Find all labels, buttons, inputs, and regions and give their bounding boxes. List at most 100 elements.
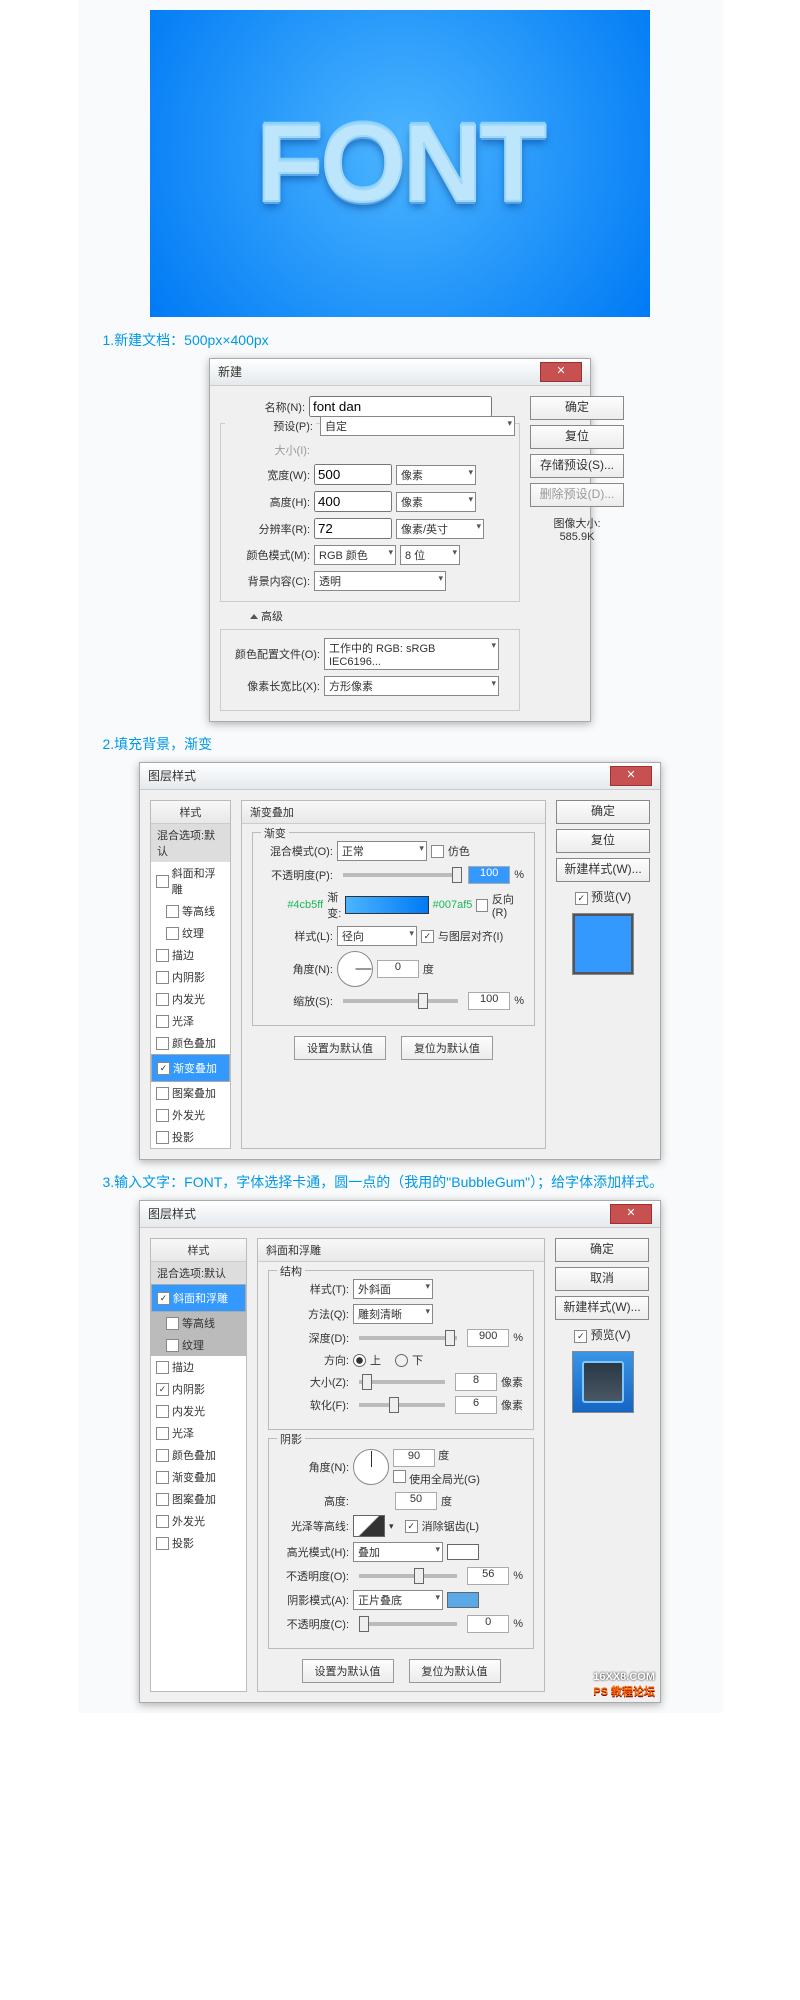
opacity-slider[interactable] xyxy=(343,873,458,877)
height-label: 高度(H): xyxy=(225,494,310,510)
close-icon[interactable]: ✕ xyxy=(610,1204,652,1224)
hl-opacity-input[interactable]: 56 xyxy=(467,1567,509,1585)
style-outer-glow[interactable]: 外发光 xyxy=(151,1510,246,1532)
cancel-button[interactable]: 复位 xyxy=(556,829,650,853)
shadow-color-swatch[interactable] xyxy=(447,1592,479,1608)
mode-select[interactable]: RGB 颜色 xyxy=(314,545,396,565)
grad-style-select[interactable]: 径向 xyxy=(337,926,417,946)
bit-select[interactable]: 8 位 xyxy=(400,545,460,565)
size-label: 大小(I): xyxy=(225,442,310,458)
ok-button[interactable]: 确定 xyxy=(555,1238,649,1262)
close-icon[interactable]: ✕ xyxy=(610,766,652,786)
style-color-overlay[interactable]: 颜色叠加 xyxy=(151,1444,246,1466)
depth-slider[interactable] xyxy=(359,1336,457,1340)
style-pattern-overlay[interactable]: 图案叠加 xyxy=(151,1488,246,1510)
soften-slider[interactable] xyxy=(359,1403,445,1407)
ok-button[interactable]: 确定 xyxy=(556,800,650,824)
highlight-color-swatch[interactable] xyxy=(447,1544,479,1560)
blending-options[interactable]: 混合选项:默认 xyxy=(151,824,230,862)
hl-opacity-slider[interactable] xyxy=(359,1574,457,1578)
sh-opacity-slider[interactable] xyxy=(359,1622,457,1626)
style-inner-glow[interactable]: 内发光 xyxy=(151,988,230,1010)
bevel-style-select[interactable]: 外斜面 xyxy=(353,1279,433,1299)
soften-input[interactable]: 6 xyxy=(455,1396,497,1414)
global-light-checkbox[interactable] xyxy=(393,1470,406,1483)
dither-checkbox[interactable] xyxy=(431,845,444,858)
altitude-input[interactable]: 50 xyxy=(395,1492,437,1510)
style-inner-glow[interactable]: 内发光 xyxy=(151,1400,246,1422)
style-satin[interactable]: 光泽 xyxy=(151,1010,230,1032)
style-color-overlay[interactable]: 颜色叠加 xyxy=(151,1032,230,1054)
size-slider[interactable] xyxy=(359,1380,445,1384)
preview-checkbox[interactable] xyxy=(574,1330,587,1343)
angle-input[interactable]: 90 xyxy=(393,1449,435,1467)
res-input[interactable] xyxy=(314,518,392,539)
depth-input[interactable]: 900 xyxy=(467,1329,509,1347)
style-outer-glow[interactable]: 外发光 xyxy=(151,1104,230,1126)
style-satin[interactable]: 光泽 xyxy=(151,1422,246,1444)
imgsize-value: 585.9K xyxy=(530,531,624,543)
angle-input[interactable]: 0 xyxy=(377,960,419,978)
blend-mode-select[interactable]: 正常 xyxy=(337,841,427,861)
direction-up-radio[interactable] xyxy=(353,1354,366,1367)
style-pattern-overlay[interactable]: 图案叠加 xyxy=(151,1082,230,1104)
style-gradient-overlay[interactable]: 渐变叠加 xyxy=(151,1054,230,1082)
opacity-input[interactable]: 100 xyxy=(468,866,510,884)
shadow-mode-select[interactable]: 正片叠底 xyxy=(353,1590,443,1610)
gloss-contour[interactable] xyxy=(353,1515,385,1537)
sh-opacity-input[interactable]: 0 xyxy=(467,1615,509,1633)
style-stroke[interactable]: 描边 xyxy=(151,944,230,966)
width-unit[interactable]: 像素 xyxy=(396,465,476,485)
style-contour[interactable]: 等高线 xyxy=(151,900,230,922)
panel-title: 斜面和浮雕 xyxy=(258,1239,544,1262)
advanced-toggle[interactable]: 高级 xyxy=(250,608,520,624)
new-style-button[interactable]: 新建样式(W)... xyxy=(555,1296,649,1320)
style-contour[interactable]: 等高线 xyxy=(151,1312,246,1334)
set-default-button[interactable]: 设置为默认值 xyxy=(302,1659,394,1683)
style-bevel[interactable]: 斜面和浮雕 xyxy=(151,862,230,900)
gradient-bar[interactable] xyxy=(345,896,429,914)
blending-options[interactable]: 混合选项:默认 xyxy=(151,1262,246,1284)
width-input[interactable] xyxy=(314,464,392,485)
reset-default-button[interactable]: 复位为默认值 xyxy=(409,1659,501,1683)
save-preset-button[interactable]: 存储预设(S)... xyxy=(530,454,624,478)
cancel-button[interactable]: 复位 xyxy=(530,425,624,449)
style-gradient-overlay[interactable]: 渐变叠加 xyxy=(151,1466,246,1488)
res-unit[interactable]: 像素/英寸 xyxy=(396,519,484,539)
new-style-button[interactable]: 新建样式(W)... xyxy=(556,858,650,882)
scale-slider[interactable] xyxy=(343,999,458,1003)
style-drop-shadow[interactable]: 投影 xyxy=(151,1126,230,1148)
bg-select[interactable]: 透明 xyxy=(314,571,446,591)
ok-button[interactable]: 确定 xyxy=(530,396,624,420)
technique-select[interactable]: 雕刻清晰 xyxy=(353,1304,433,1324)
height-unit[interactable]: 像素 xyxy=(396,492,476,512)
highlight-mode-select[interactable]: 叠加 xyxy=(353,1542,443,1562)
style-drop-shadow[interactable]: 投影 xyxy=(151,1532,246,1554)
hero-image: FONT xyxy=(150,10,650,317)
cancel-button[interactable]: 取消 xyxy=(555,1267,649,1291)
close-icon[interactable]: ✕ xyxy=(540,362,582,382)
profile-select[interactable]: 工作中的 RGB: sRGB IEC6196... xyxy=(324,638,499,670)
aspect-select[interactable]: 方形像素 xyxy=(324,676,499,696)
angle-dial[interactable] xyxy=(353,1449,389,1485)
style-inner-shadow[interactable]: 内阴影 xyxy=(151,1378,246,1400)
antialias-checkbox[interactable] xyxy=(405,1520,418,1533)
preset-select[interactable]: 自定 xyxy=(320,416,515,436)
angle-dial[interactable] xyxy=(337,951,373,987)
style-bevel[interactable]: 斜面和浮雕 xyxy=(151,1284,246,1312)
direction-down-radio[interactable] xyxy=(395,1354,408,1367)
align-checkbox[interactable] xyxy=(421,930,434,943)
scale-input[interactable]: 100 xyxy=(468,992,510,1010)
name-input[interactable] xyxy=(309,396,492,417)
reset-default-button[interactable]: 复位为默认值 xyxy=(401,1036,493,1060)
preview-checkbox[interactable] xyxy=(575,892,588,905)
style-stroke[interactable]: 描边 xyxy=(151,1356,246,1378)
watermark-url: 16XX8.COM xyxy=(593,1671,655,1683)
style-texture[interactable]: 纹理 xyxy=(151,1334,246,1356)
reverse-checkbox[interactable] xyxy=(476,899,487,912)
style-texture[interactable]: 纹理 xyxy=(151,922,230,944)
size-input[interactable]: 8 xyxy=(455,1373,497,1391)
style-inner-shadow[interactable]: 内阴影 xyxy=(151,966,230,988)
set-default-button[interactable]: 设置为默认值 xyxy=(294,1036,386,1060)
height-input[interactable] xyxy=(314,491,392,512)
